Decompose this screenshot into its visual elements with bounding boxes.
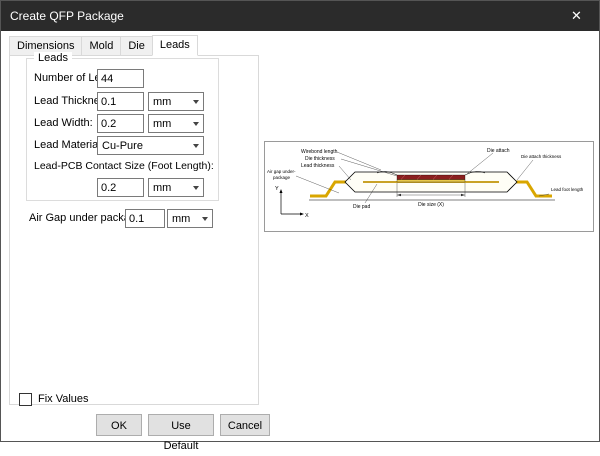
lead-thickness-input[interactable] [97,92,144,111]
lead-pcb-contact-input[interactable] [97,178,144,197]
label-die-attach: Die attach [487,148,510,154]
lead-width-input[interactable] [97,114,144,133]
tab-leads[interactable]: Leads [152,35,198,56]
leader [337,152,381,170]
x-axis-arrowhead [300,213,304,216]
lead-width-label: Lead Width: [34,117,93,129]
window-title: Create QFP Package [10,9,124,23]
dropdown-arrow-icon [188,122,203,126]
lead-material-value: Cu-Pure [98,140,188,152]
cancel-button[interactable]: Cancel [220,414,270,436]
die-attach-layer [397,180,465,183]
lead-material-dropdown[interactable]: Cu-Pure [97,136,204,155]
fix-values-checkbox[interactable] [19,393,32,406]
qfp-cross-section-diagram: Wirebond length Die thickness Lead thick… [265,142,593,231]
lead-pcb-contact-unit-dropdown[interactable]: mm [148,178,204,197]
label-lead-foot-length: Lead foot length [551,187,584,192]
dropdown-arrow-icon [188,100,203,104]
leader [339,166,351,180]
tab-die[interactable]: Die [120,36,153,56]
label-die-attach-thickness: Die attach thickness [521,154,562,159]
label-die-thickness: Die thickness [305,156,335,162]
label-air-gap-line2: package [273,175,291,180]
label-air-gap-line1: Air gap under- [267,169,296,174]
dropdown-arrow-icon [188,186,203,190]
lead-material-label: Lead Material: [34,139,104,151]
close-button[interactable]: ✕ [554,1,599,31]
lead-pcb-contact-unit-value: mm [149,182,188,194]
label-die-size: Die size (X) [418,202,444,208]
lead-width-unit-value: mm [149,118,188,130]
air-gap-unit-dropdown[interactable]: mm [167,209,213,228]
arrowhead [397,194,401,196]
leader [467,153,493,174]
label-lead-thickness: Lead thickness [301,163,335,169]
label-axis-y: Y [275,186,279,192]
title-bar: Create QFP Package ✕ [1,1,599,31]
package-diagram: Wirebond length Die thickness Lead thick… [264,141,594,232]
arrowhead [461,194,465,196]
air-gap-unit-value: mm [168,213,197,225]
leader [517,160,533,180]
dropdown-arrow-icon [188,144,203,148]
label-die-pad: Die pad [353,204,370,210]
die [397,175,465,180]
air-gap-input[interactable] [125,209,165,228]
tab-mold[interactable]: Mold [81,36,121,56]
label-axis-x: X [305,213,309,219]
ok-button[interactable]: OK [96,414,142,436]
lead-width-unit-dropdown[interactable]: mm [148,114,204,133]
leads-group-title: Leads [34,52,72,64]
dropdown-arrow-icon [197,217,212,221]
lead-pcb-contact-label: Lead-PCB Contact Size (Foot Length): [34,160,214,172]
number-of-leads-input[interactable] [97,69,144,88]
create-qfp-package-dialog: { "window": { "title": "Create QFP Packa… [0,0,600,442]
label-wirebond-length: Wirebond length [301,149,338,155]
y-axis-arrowhead [280,189,283,193]
fix-values-label: Fix Values [38,393,89,405]
use-default-button[interactable]: Use Default [148,414,214,436]
lead-thickness-unit-value: mm [149,96,188,108]
lead-thickness-unit-dropdown[interactable]: mm [148,92,204,111]
